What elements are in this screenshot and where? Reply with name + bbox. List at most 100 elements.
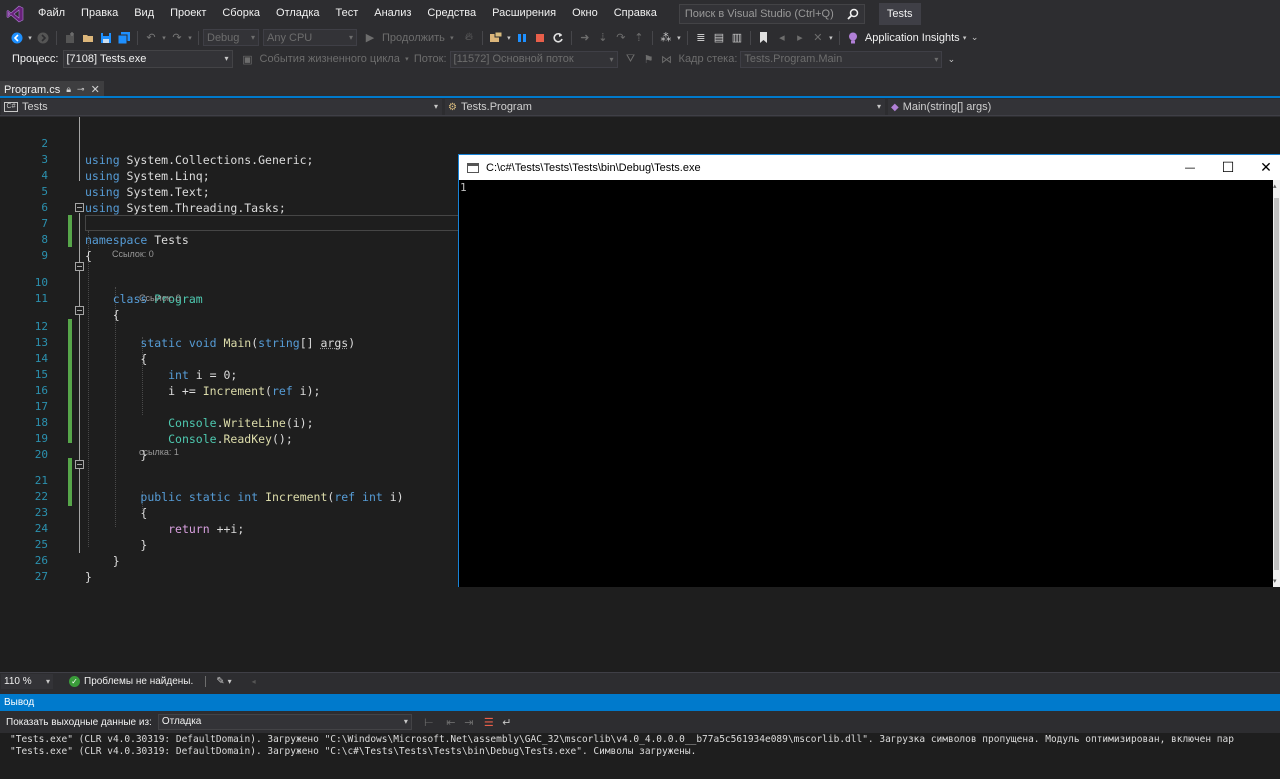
clear-bookmarks-icon[interactable]: ✕ bbox=[809, 29, 827, 47]
dropdown-arrow-icon[interactable]: ▾ bbox=[505, 29, 513, 47]
class-icon: ⚙ bbox=[448, 101, 457, 113]
problems-text: Проблемы не найдены. bbox=[84, 675, 194, 687]
prev-message-icon[interactable]: ⇤ bbox=[442, 713, 460, 731]
restart-icon[interactable] bbox=[549, 29, 567, 47]
dropdown-arrow-icon[interactable]: ▾ bbox=[186, 29, 194, 47]
member-select[interactable]: ◆ Main(string[] args) bbox=[888, 99, 1280, 115]
menu-edit[interactable]: Правка bbox=[73, 0, 126, 27]
close-button[interactable]: ✕ bbox=[1247, 155, 1280, 180]
menu-tools[interactable]: Средства bbox=[419, 0, 484, 27]
prev-bookmark-icon[interactable]: ◂ bbox=[773, 29, 791, 47]
undo-icon[interactable]: ↶ bbox=[142, 29, 160, 47]
application-insights-icon[interactable] bbox=[844, 29, 862, 47]
menu-help[interactable]: Справка bbox=[606, 0, 665, 27]
step-into-icon[interactable]: ⇣ bbox=[594, 29, 612, 47]
clear-all-icon[interactable]: ☰ bbox=[480, 713, 498, 731]
thread-select[interactable]: [11572] Основной поток ▾ bbox=[449, 50, 618, 68]
flame-icon[interactable]: 🔥︎ bbox=[460, 29, 478, 47]
threads-icon[interactable]: ≣ bbox=[692, 29, 710, 47]
chevron-down-icon: ▾ bbox=[609, 54, 614, 64]
pin-icon[interactable]: 🔒︎ bbox=[66, 84, 71, 95]
navigate-back-icon[interactable] bbox=[8, 29, 26, 47]
menu-window[interactable]: Окно bbox=[564, 0, 606, 27]
solution-explorer-sync-icon[interactable] bbox=[487, 29, 505, 47]
dropdown-arrow-icon[interactable]: ▾ bbox=[403, 50, 411, 68]
console-title-bar[interactable]: C:\c#\Tests\Tests\Tests\bin\Debug\Tests.… bbox=[459, 155, 1280, 180]
scroll-up-arrow-icon[interactable]: ▴ bbox=[1273, 182, 1277, 190]
toolbar-options-icon[interactable]: ⌄ bbox=[946, 50, 956, 68]
menu-test[interactable]: Тест bbox=[328, 0, 367, 27]
scroll-left-icon[interactable]: ◂ bbox=[252, 677, 256, 686]
scroll-down-arrow-icon[interactable]: ▾ bbox=[1273, 577, 1277, 585]
menu-view[interactable]: Вид bbox=[126, 0, 162, 27]
stop-debugging-icon[interactable] bbox=[531, 29, 549, 47]
solution-platform-select[interactable]: Any CPU ▾ bbox=[263, 29, 357, 46]
dropdown-arrow-icon[interactable]: ▾ bbox=[827, 29, 835, 47]
menu-debug[interactable]: Отладка bbox=[268, 0, 327, 27]
redo-icon[interactable]: ↷ bbox=[168, 29, 186, 47]
continue-button[interactable]: Продолжить bbox=[379, 32, 448, 44]
console-window[interactable]: C:\c#\Tests\Tests\Tests\bin\Debug\Tests.… bbox=[458, 154, 1280, 587]
save-icon[interactable] bbox=[97, 29, 115, 47]
search-icon[interactable] bbox=[844, 6, 862, 22]
preview-pin-icon[interactable]: ⊸ bbox=[77, 84, 85, 95]
project-select[interactable]: C# Tests ▾ bbox=[1, 99, 442, 115]
step-over-icon[interactable]: ↷ bbox=[612, 29, 630, 47]
console-output-area[interactable]: 1 bbox=[459, 180, 1273, 587]
dropdown-arrow-icon[interactable]: ▾ bbox=[160, 29, 168, 47]
hex-display-icon[interactable]: ⁂ bbox=[657, 29, 675, 47]
scrollbar-thumb[interactable] bbox=[1274, 198, 1279, 570]
show-threads-icon[interactable]: ⋈ bbox=[658, 50, 676, 68]
maximize-button[interactable]: ☐ bbox=[1209, 155, 1247, 180]
menu-analyze[interactable]: Анализ bbox=[366, 0, 419, 27]
menu-project[interactable]: Проект bbox=[162, 0, 214, 27]
menu-file[interactable]: Файл bbox=[30, 0, 73, 27]
open-file-icon[interactable] bbox=[79, 29, 97, 47]
class-select[interactable]: ⚙ Tests.Program ▾ bbox=[445, 99, 885, 115]
class-value: Tests.Program bbox=[460, 101, 532, 113]
process-select[interactable]: [7108] Tests.exe ▾ bbox=[62, 50, 233, 68]
find-message-icon[interactable]: ⊢ bbox=[420, 713, 438, 731]
chevron-down-icon[interactable]: ▾ bbox=[228, 677, 232, 686]
toolbar-options-icon[interactable]: ⌄ bbox=[970, 29, 980, 47]
uncomment-icon[interactable]: ▥ bbox=[728, 29, 746, 47]
output-source-select[interactable]: Отладка ▾ bbox=[157, 714, 412, 730]
word-wrap-icon[interactable]: ↵ bbox=[498, 713, 516, 731]
next-bookmark-icon[interactable]: ▸ bbox=[791, 29, 809, 47]
close-tab-icon[interactable]: ✕ bbox=[91, 83, 100, 96]
application-insights-button[interactable]: Application Insights bbox=[865, 32, 960, 44]
problems-indicator[interactable]: ✓ Проблемы не найдены. bbox=[69, 675, 194, 687]
save-all-icon[interactable] bbox=[115, 29, 133, 47]
show-next-statement-icon[interactable]: ➜ bbox=[576, 29, 594, 47]
zoom-select[interactable]: 110 % ▾ bbox=[1, 673, 53, 689]
new-project-icon[interactable] bbox=[61, 29, 79, 47]
output-panel-title[interactable]: Вывод bbox=[0, 694, 1280, 711]
filter-icon[interactable]: ⛛ bbox=[622, 50, 640, 68]
dropdown-arrow-icon[interactable]: ▾ bbox=[448, 29, 456, 47]
bookmark-icon[interactable] bbox=[755, 29, 773, 47]
menu-build[interactable]: Сборка bbox=[214, 0, 268, 27]
quick-launch-search[interactable]: Поиск в Visual Studio (Ctrl+Q) bbox=[678, 3, 865, 24]
navigate-forward-icon[interactable] bbox=[34, 29, 52, 47]
dropdown-arrow-icon[interactable]: ▾ bbox=[960, 29, 970, 47]
stack-frame-select[interactable]: Tests.Program.Main ▾ bbox=[740, 50, 943, 68]
next-message-icon[interactable]: ⇥ bbox=[460, 713, 478, 731]
lifecycle-events-button[interactable]: События жизненного цикла bbox=[257, 53, 403, 65]
flag-thread-icon[interactable]: ⚑ bbox=[640, 50, 658, 68]
solution-configuration-select[interactable]: Debug ▾ bbox=[203, 29, 259, 46]
minimize-button[interactable]: — bbox=[1171, 155, 1209, 180]
dropdown-arrow-icon[interactable]: ▾ bbox=[675, 29, 683, 47]
step-out-icon[interactable]: ⇡ bbox=[630, 29, 648, 47]
toolbar-separator bbox=[56, 30, 57, 45]
brush-icon[interactable]: ✎ bbox=[216, 676, 224, 687]
comment-icon[interactable]: ▤ bbox=[710, 29, 728, 47]
menu-extensions[interactable]: Расширения bbox=[484, 0, 564, 27]
console-scrollbar[interactable]: ▴ ▾ bbox=[1273, 180, 1280, 587]
code-line: 2 using System.Collections.Generic; bbox=[0, 120, 1280, 167]
dropdown-arrow-icon[interactable]: ▾ bbox=[26, 29, 34, 47]
break-all-icon[interactable] bbox=[513, 29, 531, 47]
continue-play-icon[interactable]: ▶ bbox=[361, 29, 379, 47]
output-text-area[interactable]: "Tests.exe" (CLR v4.0.30319: DefaultDoma… bbox=[0, 733, 1280, 779]
toolbar-separator bbox=[838, 30, 840, 45]
lifecycle-events-icon[interactable]: ▣ bbox=[239, 50, 257, 68]
